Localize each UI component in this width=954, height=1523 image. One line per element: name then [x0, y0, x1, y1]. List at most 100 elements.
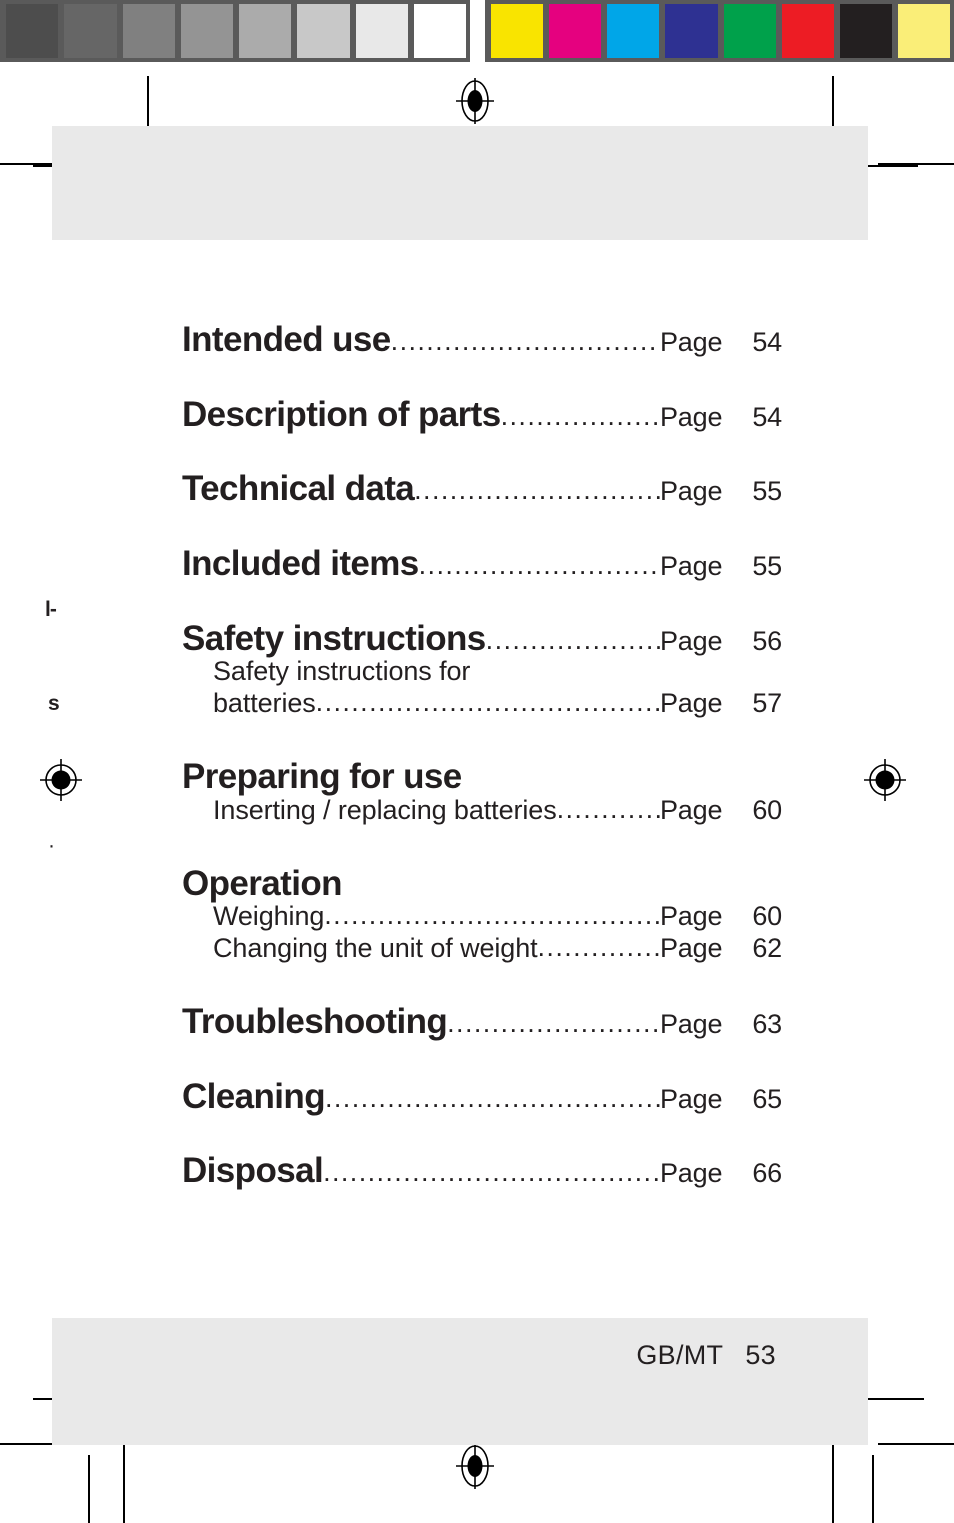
toc-page-number: 60: [752, 794, 782, 825]
toc-group-spacer: [182, 432, 782, 471]
toc-entry-label: Included items: [182, 544, 419, 584]
grayscale-swatch-7: [355, 4, 408, 58]
toc-entry-label: Technical data: [182, 469, 415, 509]
color-swatch-1: [491, 4, 544, 58]
registration-mark-right: [862, 757, 908, 803]
registration-mark-top-center: [452, 78, 498, 124]
toc-group: Disposal................................…: [182, 1153, 782, 1189]
toc-group: Included items..........................…: [182, 546, 782, 582]
toc-entry-main[interactable]: Cleaning................................…: [182, 1079, 782, 1115]
crop-mark-bottom-right-tick: [872, 1455, 874, 1523]
toc-group: Intended use............................…: [182, 322, 782, 358]
toc-leader-dots: ........................................…: [315, 687, 660, 718]
page-number: 53: [745, 1340, 776, 1370]
toc-entry-label: Operation: [182, 863, 343, 903]
toc-entry-label-line1: Safety instructions for: [213, 656, 471, 687]
table-of-contents: Intended use............................…: [182, 322, 782, 1189]
toc-page-number: 65: [752, 1083, 782, 1114]
toc-entry-label: Changing the unit of weight: [213, 933, 538, 964]
toc-group-spacer: [182, 965, 782, 1004]
toc-page-number: 56: [752, 625, 782, 656]
bleed-fragment-2: s: [48, 692, 60, 715]
toc-entry-label: Intended use: [182, 320, 391, 359]
toc-group-spacer: [182, 720, 782, 759]
toc-entry-main[interactable]: Troubleshooting.........................…: [182, 1004, 782, 1040]
toc-entry-label: Troubleshooting: [182, 1002, 448, 1042]
toc-entry-sub[interactable]: Changing the unit of weight.............…: [182, 932, 782, 965]
grayscale-swatch-8: [413, 4, 466, 58]
toc-entry-main[interactable]: Disposal................................…: [182, 1153, 782, 1189]
toc-page-word: Page: [660, 1009, 723, 1040]
toc-entry-sub[interactable]: Weighing................................…: [182, 900, 782, 933]
toc-entry-main[interactable]: Preparing for use: [182, 759, 782, 795]
toc-page-word: Page: [660, 401, 723, 432]
toc-leader-dots: ........................................…: [325, 1084, 660, 1113]
toc-page-number: 60: [752, 901, 782, 932]
toc-leader-dots: ........................................…: [500, 402, 660, 431]
page-footer: GB/MT 53: [52, 1340, 868, 1371]
toc-page-number: 63: [752, 1009, 782, 1040]
color-swatch-2: [549, 4, 602, 58]
toc-leader-dots: ........................................…: [556, 793, 660, 824]
toc-page-word: Page: [660, 625, 723, 656]
toc-page-word: Page: [660, 901, 723, 932]
color-calibration-bar: [485, 0, 954, 62]
page-footer-band: [52, 1318, 868, 1445]
grayscale-swatch-6: [297, 4, 350, 58]
toc-entry-main[interactable]: Included items..........................…: [182, 546, 782, 582]
toc-leader-dots: ........................................…: [447, 1010, 660, 1038]
toc-page-number: 62: [752, 933, 782, 964]
toc-entry-main[interactable]: Safety instructions.....................…: [182, 621, 782, 657]
toc-leader-dots: ........................................…: [418, 552, 660, 580]
toc-page-word: Page: [660, 933, 723, 964]
grayscale-swatch-2: [64, 4, 117, 58]
toc-leader-dots: ........................................…: [390, 328, 660, 356]
toc-entry-label: Weighing: [213, 901, 325, 932]
color-swatch-3: [607, 4, 660, 58]
toc-entry-label: Disposal: [182, 1151, 324, 1191]
toc-page-word: Page: [660, 688, 723, 719]
bleed-fragment-1: l-: [45, 598, 57, 621]
toc-group-spacer: [182, 827, 782, 866]
toc-entry-main[interactable]: Intended use............................…: [182, 322, 782, 358]
grayscale-swatch-1: [6, 4, 59, 58]
color-swatch-8: [897, 4, 950, 58]
toc-group: Operation Weighing.......................…: [182, 866, 782, 965]
toc-entry-label: Inserting / replacing batteries: [213, 794, 557, 825]
toc-leader-dots: ........................................…: [537, 932, 660, 963]
toc-entry-label: Safety instructions: [182, 618, 486, 658]
registration-mark-bottom-center: [452, 1443, 498, 1489]
toc-leader-dots: ........................................…: [485, 626, 660, 655]
color-swatch-6: [781, 4, 834, 58]
toc-page-number: 55: [752, 476, 782, 507]
toc-entry-main[interactable]: Technical data..........................…: [182, 471, 782, 507]
registration-mark-left: [38, 757, 84, 803]
toc-page-word: Page: [660, 794, 723, 825]
toc-page-word: Page: [660, 551, 723, 582]
grayscale-calibration-bar: [0, 0, 470, 62]
color-swatch-5: [723, 4, 776, 58]
grayscale-swatch-4: [180, 4, 233, 58]
toc-entry-sub[interactable]: Inserting / replacing batteries.........…: [182, 793, 782, 827]
toc-page-word: Page: [660, 1158, 723, 1189]
toc-group-spacer: [182, 582, 782, 621]
crop-mark-bottom-right-inner: [832, 1443, 834, 1523]
toc-entry-main[interactable]: Operation: [182, 866, 782, 902]
toc-page-word: Page: [660, 476, 723, 507]
toc-page-word: Page: [660, 1083, 723, 1114]
toc-page-number: 54: [752, 401, 782, 432]
toc-entry-label: Preparing for use: [182, 757, 462, 797]
toc-leader-dots: ........................................…: [324, 900, 660, 931]
color-swatch-7: [839, 4, 892, 58]
toc-leader-dots: ........................................…: [323, 1159, 660, 1188]
bleed-fragment-3: ·: [48, 834, 55, 857]
toc-page-number: 66: [752, 1158, 782, 1189]
toc-group-spacer: [182, 1114, 782, 1153]
toc-page-number: 55: [752, 551, 782, 582]
toc-entry-main[interactable]: Description of parts....................…: [182, 394, 782, 434]
toc-leader-dots: ........................................…: [414, 477, 660, 505]
toc-entry-label: Description of parts: [182, 394, 501, 434]
toc-entry-sub[interactable]: batteries...............................…: [182, 687, 782, 720]
toc-entry-sub-wrapline: Safety instructions for: [182, 656, 782, 688]
color-swatch-4: [665, 4, 718, 58]
